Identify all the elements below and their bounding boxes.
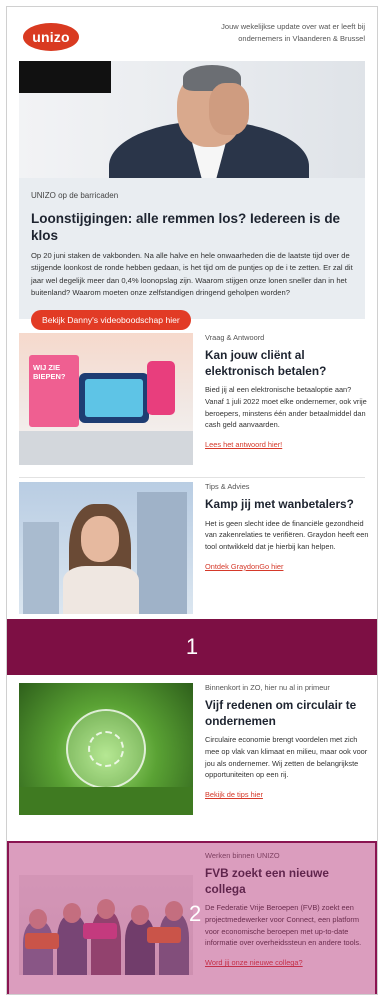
article-title[interactable]: Vijf redenen om circulair te ondernemen [205,698,370,729]
woman-face [81,516,119,562]
unizo-logo[interactable]: unizo [23,23,79,51]
article-kicker: Vraag & Antwoord [205,333,265,342]
hero-image[interactable] [19,61,365,178]
article-image-woman[interactable] [19,482,193,614]
building-shape [137,492,187,614]
article-body: Tips & Advies Kamp jij met wanbetalers? … [205,482,370,571]
highlight-overlay: 2 [7,841,377,994]
header: unizo Jouw wekelijkse update over wat er… [7,7,377,61]
hero-text: Op 20 juni staken de vakbonden. Na alle … [31,251,353,297]
video-button[interactable]: Bekijk Danny's videoboodschap hier [31,310,191,331]
hero-body: UNIZO op de barricaden Loonstijgingen: a… [19,178,365,331]
article-title[interactable]: Kan jouw cliënt al elektronisch betalen? [205,348,370,379]
tv-screen [19,61,111,93]
phone-shape [147,361,175,415]
article-bad-payers: Tips & Advies Kamp jij met wanbetalers? … [19,482,369,618]
article-electronic-payment: WIJ ZIE BIEPEN? Vraag & Antwoord Kan jou… [19,333,367,473]
article-text: Bied jij al een elektronische betaalopti… [205,385,367,430]
article-title[interactable]: Kamp jij met wanbetalers? [205,497,370,513]
article-kicker: Tips & Advies [205,482,250,491]
tagline: Jouw wekelijkse update over wat er leeft… [221,22,365,43]
newsletter-frame: unizo Jouw wekelijkse update over wat er… [6,6,378,995]
article-body: Vraag & Antwoord Kan jouw cliënt al elek… [205,333,370,449]
article-circular: Binnenkort in ZO, hier nu al in primeur … [19,683,367,833]
hero-kicker: UNIZO op de barricaden [31,191,119,200]
grass-shape [19,787,193,815]
tablet-screen [85,379,143,417]
man-hand [209,83,249,135]
article-link[interactable]: Bekijk de tips hier [205,790,370,799]
section-banner: 1 [7,619,377,675]
overlay-number: 2 [189,901,202,926]
article-kicker: Binnenkort in ZO, hier nu al in primeur [205,683,330,692]
article-text: Circulaire economie brengt voordelen met… [205,735,368,780]
article-image-payment[interactable]: WIJ ZIE BIEPEN? [19,333,193,465]
banner-number: 1 [185,634,199,659]
woman-body [63,566,139,614]
article-link[interactable]: Lees het antwoord hier! [205,440,370,449]
building-shape [23,522,59,614]
hero-title[interactable]: Loonstijgingen: alle remmen los? Iederee… [31,210,353,244]
article-link[interactable]: Ontdek GraydonGo hier [205,562,370,571]
article-image-circular[interactable] [19,683,193,815]
hero-section: UNIZO op de barricaden Loonstijgingen: a… [19,61,365,331]
article-text: Het is geen slecht idee de financiële ge… [205,518,369,552]
article-body: Binnenkort in ZO, hier nu al in primeur … [205,683,370,799]
divider [19,477,365,478]
table-surface [19,431,193,465]
logo-text: unizo [32,29,70,45]
recycle-icon [88,731,124,767]
sign-text: WIJ ZIE BIEPEN? [33,363,66,381]
